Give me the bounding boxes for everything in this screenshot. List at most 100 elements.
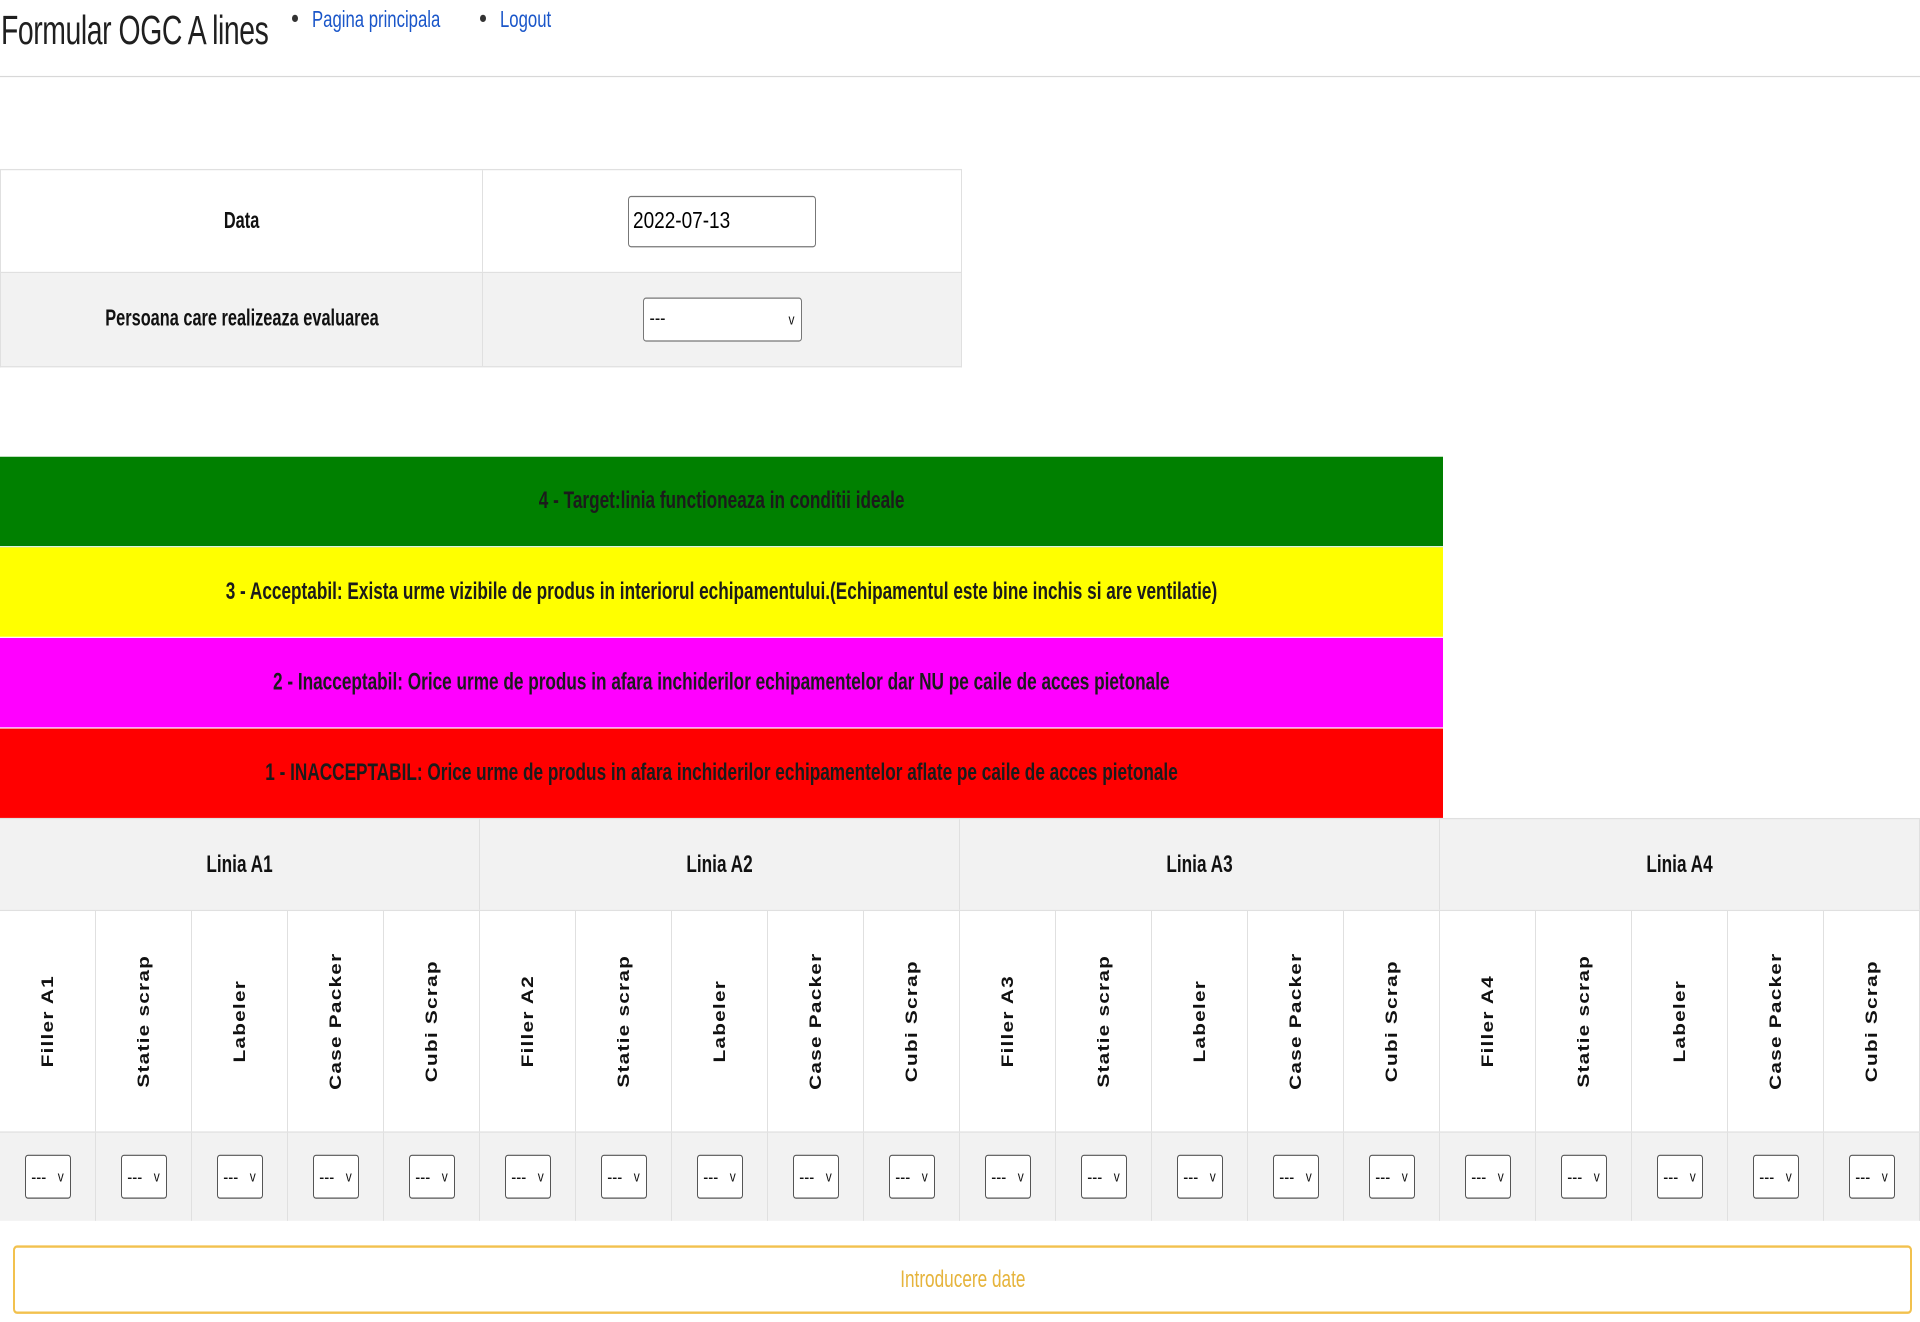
column-header: Labeler <box>672 911 768 1132</box>
rating-select[interactable]: --- v <box>696 1154 743 1199</box>
column-header-label: Cubi Scrap <box>1381 960 1401 1083</box>
rating-select[interactable]: --- v <box>1464 1154 1511 1199</box>
date-label: Data <box>1 170 483 272</box>
person-select-value: --- <box>649 308 666 330</box>
line-header: Linia A3 <box>960 819 1440 910</box>
chevron-down-icon: v <box>441 1168 448 1186</box>
rating-select[interactable]: --- v <box>1656 1154 1703 1199</box>
legend-text: 3 - Acceptabil: Exista urme vizibile de … <box>225 577 1218 605</box>
rating-cell: --- v <box>1440 1132 1536 1221</box>
chevron-down-icon: v <box>825 1168 832 1186</box>
nav-home-label[interactable]: Pagina principala <box>312 7 440 34</box>
chevron-down-icon: v <box>1401 1168 1408 1186</box>
chevron-down-icon: v <box>1113 1168 1120 1186</box>
column-header-label: Statie scrap <box>1573 954 1593 1088</box>
rating-select[interactable]: --- v <box>888 1154 935 1199</box>
rating-select[interactable]: --- v <box>216 1154 263 1199</box>
column-header-label: Labeler <box>1669 979 1689 1063</box>
nav-home-link[interactable]: Pagina principala <box>292 7 458 34</box>
column-header: Filler A1 <box>0 911 96 1132</box>
chevron-down-icon: v <box>729 1168 736 1186</box>
rating-select[interactable]: --- v <box>408 1154 455 1199</box>
line-headers-row: Linia A1 Linia A2 Linia A3 Linia A4 <box>0 817 1920 910</box>
chevron-down-icon: v <box>1785 1168 1792 1186</box>
date-row: Data <box>0 168 962 274</box>
column-header-label: Case Packer <box>325 952 345 1090</box>
column-header-label: Filler A3 <box>997 975 1017 1068</box>
rating-select-value: --- <box>607 1166 623 1188</box>
column-header: Filler A2 <box>480 911 576 1132</box>
rating-select-value: --- <box>895 1166 911 1188</box>
rating-select[interactable]: --- v <box>1560 1154 1607 1199</box>
nav-logout-link[interactable]: Logout <box>479 7 558 34</box>
rating-cell: --- v <box>1728 1132 1824 1221</box>
column-header: Filler A3 <box>960 911 1056 1132</box>
rating-select[interactable]: --- v <box>312 1154 359 1199</box>
rating-cell: --- v <box>96 1132 192 1221</box>
rating-select-value: --- <box>511 1166 527 1188</box>
person-label: Persoana care realizeaza evaluarea <box>1 273 483 367</box>
rating-cell: --- v <box>384 1132 480 1221</box>
rating-cell: --- v <box>0 1132 96 1221</box>
bullet-icon <box>479 14 486 23</box>
column-header: Filler A4 <box>1440 911 1536 1132</box>
rating-select[interactable]: --- v <box>1080 1154 1127 1199</box>
column-header-label: Statie scrap <box>133 954 153 1088</box>
column-header: Statie scrap <box>1056 911 1152 1132</box>
column-header: Case Packer <box>1728 911 1824 1132</box>
rating-cell: --- v <box>576 1132 672 1221</box>
column-header-label: Cubi Scrap <box>421 960 441 1083</box>
rating-select[interactable]: --- v <box>1272 1154 1319 1199</box>
rating-select[interactable]: --- v <box>504 1154 551 1199</box>
rating-select[interactable]: --- v <box>1176 1154 1223 1199</box>
rating-cell: --- v <box>864 1132 960 1221</box>
rating-select-value: --- <box>415 1166 431 1188</box>
rating-select[interactable]: --- v <box>24 1154 71 1199</box>
legend-text: 1 - INACCEPTABIL: Orice urme de produs i… <box>265 759 1178 787</box>
legend-text: 2 - Inacceptabil: Orice urme de produs i… <box>273 668 1170 696</box>
top-navbar: Formular OGC A lines Pagina principala L… <box>0 0 1920 78</box>
date-input[interactable] <box>628 195 816 247</box>
legend-text: 4 - Target:linia functioneaza in conditi… <box>538 487 905 515</box>
rating-select-value: --- <box>1855 1166 1871 1188</box>
nav-logout-label[interactable]: Logout <box>500 7 551 34</box>
chevron-down-icon: v <box>921 1168 928 1186</box>
chevron-down-icon: v <box>1497 1168 1504 1186</box>
column-header-label: Filler A1 <box>37 975 57 1068</box>
chevron-down-icon: v <box>1881 1168 1888 1186</box>
rating-select[interactable]: --- v <box>1752 1154 1799 1199</box>
nav-links: Pagina principala Logout <box>292 7 580 34</box>
person-select[interactable]: --- v <box>642 297 802 342</box>
legend-row: 3 - Acceptabil: Exista urme vizibile de … <box>0 547 1443 638</box>
rating-select[interactable]: --- v <box>120 1154 167 1199</box>
rating-select[interactable]: --- v <box>984 1154 1031 1199</box>
rating-select-value: --- <box>1087 1166 1103 1188</box>
rating-select[interactable]: --- v <box>792 1154 839 1199</box>
column-header: Statie scrap <box>96 911 192 1132</box>
rating-cell: --- v <box>768 1132 864 1221</box>
rating-select-value: --- <box>31 1166 47 1188</box>
rating-select[interactable]: --- v <box>1368 1154 1415 1199</box>
chevron-down-icon: v <box>788 311 795 329</box>
submit-button[interactable]: Introducere date <box>13 1245 1912 1314</box>
rating-cell: --- v <box>1056 1132 1152 1221</box>
chevron-down-icon: v <box>153 1168 160 1186</box>
rating-select-value: --- <box>1663 1166 1679 1188</box>
rating-select[interactable]: --- v <box>600 1154 647 1199</box>
rating-cell: --- v <box>1824 1132 1920 1221</box>
rating-cell: --- v <box>960 1132 1056 1221</box>
column-header: Statie scrap <box>1536 911 1632 1132</box>
chevron-down-icon: v <box>57 1168 64 1186</box>
rating-cell: --- v <box>1248 1132 1344 1221</box>
line-header: Linia A1 <box>0 819 480 910</box>
legend-row: 4 - Target:linia functioneaza in conditi… <box>0 456 1443 548</box>
rating-selects-row: --- v --- v --- v --- v --- v --- v --- v --- v --- v --- v… <box>0 1131 1920 1221</box>
rating-select-value: --- <box>1471 1166 1487 1188</box>
rating-select[interactable]: --- v <box>1848 1154 1895 1199</box>
line-header: Linia A4 <box>1440 819 1920 910</box>
column-header: Labeler <box>1632 911 1728 1132</box>
legend-row: 1 - INACCEPTABIL: Orice urme de produs i… <box>0 728 1443 820</box>
page-title: Formular OGC A lines <box>1 7 269 53</box>
line-header-label: Linia A3 <box>1166 850 1233 878</box>
line-header-label: Linia A4 <box>1646 850 1713 878</box>
